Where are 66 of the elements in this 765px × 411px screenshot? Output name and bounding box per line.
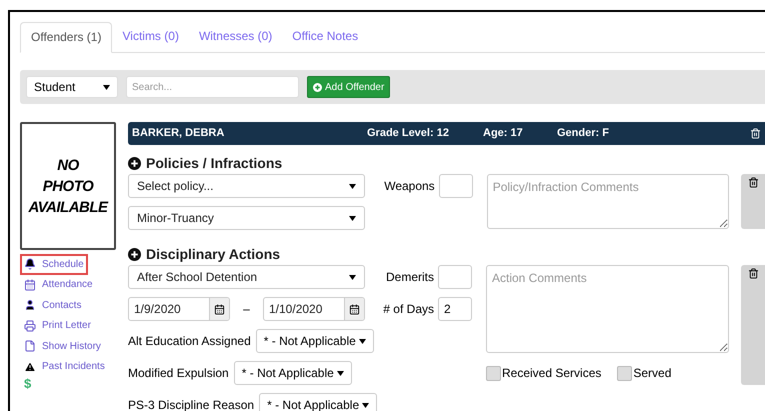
field-label: Modified Expulsion [128, 365, 229, 382]
action-comments-field[interactable]: Action Comments [486, 265, 729, 353]
trash-icon[interactable] [750, 128, 761, 139]
age-text: Age: 17 [483, 126, 524, 142]
no-photo-text: NO [57, 156, 79, 176]
delete-panel[interactable] [741, 174, 765, 229]
caret-icon [362, 402, 370, 408]
checkbox[interactable] [617, 366, 632, 380]
select-dropdown[interactable]: Minor-Truancy [128, 206, 365, 230]
person-icon [24, 299, 36, 312]
caret-icon [349, 274, 356, 280]
caret-icon [336, 370, 344, 376]
sidebar-link[interactable]: Contacts [20, 295, 86, 316]
weapons-field[interactable] [438, 174, 473, 198]
tab[interactable]: Witnesses (0) [188, 22, 282, 52]
search-field[interactable]: Search... [126, 76, 299, 98]
no-photo-text: AVAILABLE [28, 198, 108, 218]
plus-circle-icon [128, 156, 141, 170]
days-field[interactable]: 2 [438, 297, 472, 321]
sidebar-link[interactable]: Print Letter [20, 316, 95, 336]
calendar-icon [214, 304, 225, 314]
section-heading: Policies / Infractions [146, 154, 282, 172]
student-name: BARKER, DEBRA [132, 126, 226, 142]
type-select[interactable]: Student [26, 76, 118, 98]
checkbox-label: Served [633, 365, 672, 382]
caret-icon [349, 184, 356, 188]
sidebar-link[interactable]: Attendance [20, 274, 97, 295]
no-photo-text: PHOTO [42, 176, 94, 196]
gender-text: Gender: F [557, 126, 610, 142]
sidebar-link[interactable]: Show History [20, 336, 105, 356]
select-dropdown[interactable]: * - Not Applicable [256, 329, 374, 353]
plus-circle-icon [128, 248, 141, 260]
weapons-label: Weapons [384, 178, 435, 195]
caret-icon [358, 338, 366, 344]
select-dropdown[interactable]: After School Detention [128, 265, 365, 289]
demerits-label: Demerits [386, 269, 434, 286]
sidebar-link[interactable]: Schedule [20, 254, 88, 274]
demerits-field[interactable] [438, 265, 472, 289]
sidebar-link[interactable]: Past Incidents [20, 356, 109, 377]
date-field[interactable]: 1/10/2020 [263, 297, 365, 321]
bell-icon [24, 258, 36, 270]
checkbox[interactable] [486, 366, 501, 380]
tab[interactable]: Offenders (1) [20, 22, 112, 53]
calendar-icon [349, 304, 360, 314]
calendar-icon [24, 278, 36, 291]
file-icon [24, 340, 36, 352]
trash-icon [748, 268, 758, 279]
field-label: Alt Education Assigned [128, 333, 251, 350]
plus-circle-icon [313, 82, 322, 92]
printer-icon [24, 320, 36, 332]
tab[interactable]: Office Notes [282, 22, 368, 52]
select-dropdown[interactable]: * - Not Applicable [234, 361, 352, 385]
checkbox-label: Received Services [502, 365, 602, 382]
date-field[interactable]: 1/9/2020 [128, 297, 230, 321]
tab[interactable]: Victims (0) [112, 22, 189, 52]
add-offender-button[interactable]: Add Offender [307, 76, 390, 98]
caret-icon [349, 216, 356, 220]
warning-icon [24, 360, 36, 373]
select-dropdown[interactable]: Select policy... [128, 174, 365, 198]
grade-level-text: Grade Level: 12 [367, 126, 450, 142]
trash-icon [748, 177, 758, 188]
policy-comments-field[interactable]: Policy/Infraction Comments [486, 174, 729, 229]
section-heading: Disciplinary Actions [146, 244, 280, 264]
caret-icon [103, 84, 110, 90]
date-dash: – [243, 301, 250, 318]
days-label: # of Days [383, 301, 434, 318]
